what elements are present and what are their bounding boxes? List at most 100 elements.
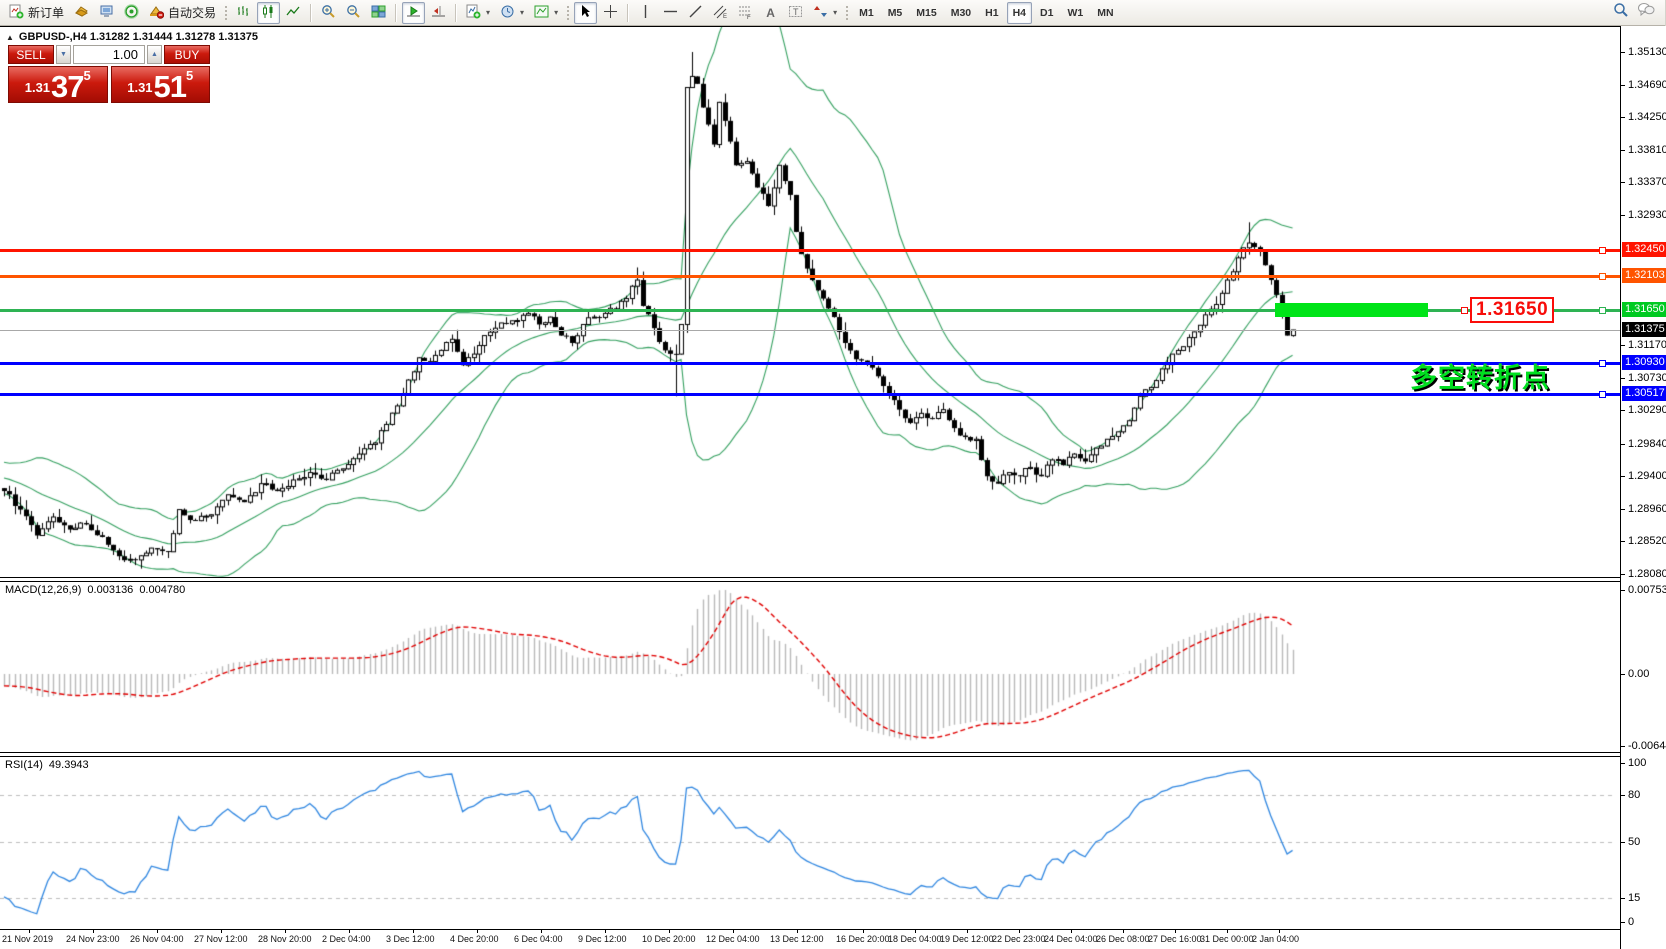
horizontal-line-object[interactable] [0, 275, 1620, 278]
symbol-ohlc-text: GBPUSD-,H4 1.31282 1.31444 1.31278 1.313… [19, 31, 258, 43]
sell-button[interactable]: SELL [8, 45, 54, 64]
price-axis-label: 1.30290 [1628, 404, 1666, 416]
timeframe-MN[interactable]: MN [1091, 2, 1119, 24]
vertical-line-button[interactable] [634, 2, 657, 24]
auto-scroll-button[interactable] [402, 2, 425, 24]
label-anchor-marker[interactable] [1461, 307, 1468, 314]
main-chart-canvas[interactable] [0, 26, 1620, 577]
chat-icon[interactable] [1637, 2, 1655, 23]
time-axis-label: 9 Dec 12:00 [578, 934, 627, 944]
rsi-axis-label: 15 [1628, 892, 1640, 904]
horizontal-line-button[interactable] [659, 2, 682, 24]
time-tick-mark [915, 930, 916, 933]
volume-decrease-button[interactable]: ▼ [56, 45, 71, 64]
axis-tick-mark [1621, 215, 1625, 216]
timeframe-M5[interactable]: M5 [882, 2, 909, 24]
text-label-button[interactable]: T [784, 2, 807, 24]
text-button[interactable]: A [759, 2, 782, 24]
price-axis-label: 1.32930 [1628, 209, 1666, 221]
axis-tick-mark [1621, 746, 1625, 747]
line-anchor-marker[interactable] [1599, 273, 1606, 280]
timeframe-H1[interactable]: H1 [979, 2, 1004, 24]
buy-price-prefix: 1.31 [127, 80, 152, 95]
price-axis-label: 1.29400 [1628, 470, 1666, 482]
price-axis-label: 1.30730 [1628, 372, 1666, 384]
timeframe-W1[interactable]: W1 [1061, 2, 1089, 24]
price-axis[interactable]: 1.324501.321031.316501.309301.305171.313… [1620, 26, 1666, 949]
time-tick-mark [157, 930, 158, 933]
current-price-badge: 1.31375 [1622, 322, 1666, 337]
time-axis-label: 22 Dec 23:00 [992, 934, 1046, 944]
chevron-down-icon: ▾ [520, 8, 524, 17]
metaeditor-button[interactable] [70, 2, 93, 24]
time-axis-label: 10 Dec 20:00 [642, 934, 696, 944]
buy-price-pip: 5 [186, 68, 193, 83]
crosshair-button[interactable] [599, 2, 622, 24]
rsi-value: 49.3943 [49, 759, 89, 771]
axis-tick-mark [1621, 345, 1625, 346]
zoom-in-icon [321, 4, 336, 22]
cursor-button[interactable] [574, 2, 597, 24]
autotrading-button[interactable]: 自动交易 [145, 2, 220, 24]
axis-tick-mark [1621, 795, 1625, 796]
arrows-button[interactable]: ▾ [809, 2, 841, 24]
current-price-line [0, 330, 1620, 331]
timeframe-M30[interactable]: M30 [945, 2, 977, 24]
line-chart-button[interactable] [282, 2, 305, 24]
axis-tick-mark [1621, 842, 1625, 843]
horizontal-line-object[interactable] [0, 362, 1620, 365]
zone-price-label[interactable]: 1.31650 [1470, 297, 1554, 323]
macd-axis-label: 0.00 [1628, 668, 1649, 680]
tile-windows-button[interactable] [367, 2, 390, 24]
time-tick-mark [413, 930, 414, 933]
horizontal-line-object[interactable] [0, 393, 1620, 396]
new-order-button[interactable]: 新订单 [5, 2, 68, 24]
candlestick-chart-button[interactable] [257, 2, 280, 24]
collapse-panel-arrow[interactable]: ▲ [6, 33, 14, 42]
equidistant-channel-button[interactable]: E [709, 2, 732, 24]
volume-increase-button[interactable]: ▲ [147, 45, 162, 64]
line-anchor-marker[interactable] [1599, 307, 1606, 314]
sell-price-button[interactable]: 1.31 37 5 [8, 66, 108, 103]
time-axis-label: 13 Dec 12:00 [770, 934, 824, 944]
sell-price-big: 37 [51, 74, 83, 99]
buy-button[interactable]: BUY [164, 45, 210, 64]
symbol-header: ▲ GBPUSD-,H4 1.31282 1.31444 1.31278 1.3… [6, 31, 258, 43]
horizontal-line-object[interactable] [0, 249, 1620, 252]
volume-input[interactable]: 1.00 [73, 45, 145, 64]
signals-button[interactable] [120, 2, 143, 24]
line-anchor-marker[interactable] [1599, 360, 1606, 367]
zoom-in-button[interactable] [317, 2, 340, 24]
price-axis-label: 1.33810 [1628, 144, 1666, 156]
timeframe-D1[interactable]: D1 [1034, 2, 1059, 24]
rsi-canvas[interactable] [0, 757, 1620, 929]
timeframe-M15[interactable]: M15 [910, 2, 942, 24]
bar-chart-button[interactable] [232, 2, 255, 24]
buy-price-button[interactable]: 1.31 51 5 [111, 66, 211, 103]
time-axis[interactable]: 21 Nov 201924 Nov 23:0026 Nov 04:0027 No… [0, 930, 1620, 949]
signals-icon [124, 4, 139, 22]
time-tick-mark [221, 930, 222, 933]
axis-tick-mark [1621, 117, 1625, 118]
axis-tick-mark [1621, 922, 1625, 923]
turning-point-annotation[interactable]: 多空转折点 [1410, 356, 1550, 395]
time-axis-label: 19 Dec 12:00 [940, 934, 994, 944]
timeframe-H4[interactable]: H4 [1007, 2, 1032, 24]
chart-shift-button[interactable] [427, 2, 450, 24]
search-icon[interactable] [1613, 2, 1629, 23]
time-tick-mark [863, 930, 864, 933]
time-axis-label: 27 Dec 16:00 [1148, 934, 1202, 944]
terminal-button[interactable] [95, 2, 118, 24]
profiles-button[interactable]: ▾ [496, 2, 528, 24]
templates-button[interactable]: ▾ [530, 2, 562, 24]
trendline-button[interactable] [684, 2, 707, 24]
zoom-out-button[interactable] [342, 2, 365, 24]
line-anchor-marker[interactable] [1599, 247, 1606, 254]
new-chart-button[interactable]: ▾ [462, 2, 494, 24]
timeframe-M1[interactable]: M1 [853, 2, 880, 24]
macd-canvas[interactable] [0, 582, 1620, 752]
macd-value-main: 0.003136 [87, 584, 133, 596]
fibonacci-button[interactable]: F [734, 2, 757, 24]
support-zone-rectangle[interactable] [1275, 303, 1428, 317]
line-anchor-marker[interactable] [1599, 391, 1606, 398]
